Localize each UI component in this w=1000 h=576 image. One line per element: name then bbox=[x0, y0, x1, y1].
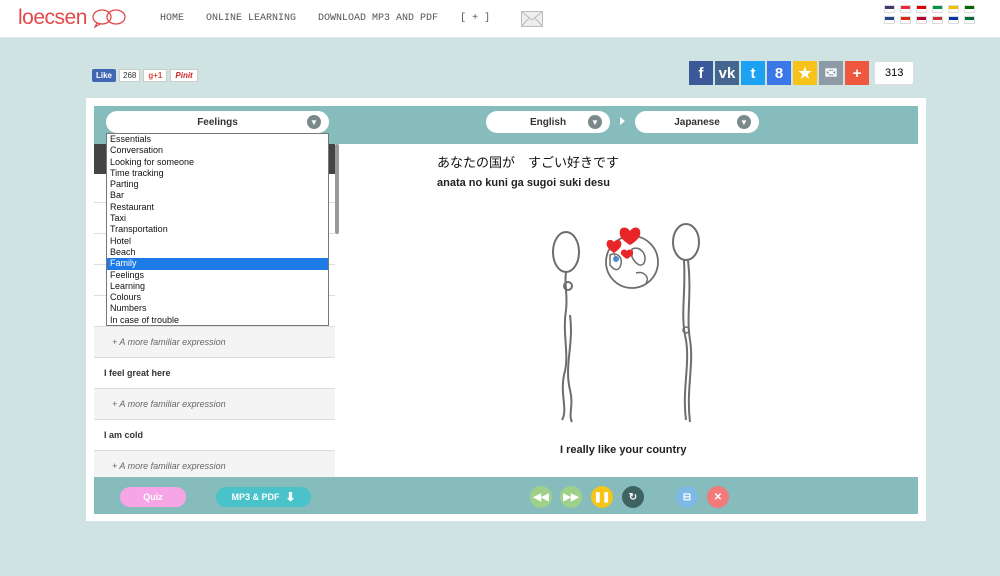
dropdown-option[interactable]: Family bbox=[107, 258, 328, 270]
country-love-illustration bbox=[552, 223, 700, 423]
share-buttons: f vk t 8 ★ ✉ +313 bbox=[689, 61, 915, 85]
arrow-right-icon bbox=[620, 117, 625, 125]
dropdown-option[interactable]: Conversation bbox=[107, 145, 328, 156]
nav-online-learning[interactable]: ONLINE LEARNING bbox=[206, 13, 296, 24]
target-language-label: Japanese bbox=[674, 116, 720, 128]
chevron-down-icon: ▼ bbox=[588, 115, 602, 129]
es-flag[interactable] bbox=[948, 5, 959, 13]
familiar-expression-toggle[interactable]: + A more familiar expression bbox=[94, 327, 335, 358]
language-flags bbox=[884, 5, 975, 24]
vk-share-icon[interactable]: vk bbox=[715, 61, 739, 85]
dropdown-option[interactable]: Time tracking bbox=[107, 168, 328, 179]
share-count: 313 bbox=[874, 61, 915, 85]
email-share-icon[interactable]: ✉ bbox=[819, 61, 843, 85]
settings-sliders-button[interactable]: ⊟ bbox=[676, 486, 698, 508]
forward-button[interactable]: ▶▶ bbox=[560, 486, 582, 508]
pt-flag[interactable] bbox=[964, 5, 975, 13]
download-arrow-icon: ⬇ bbox=[285, 490, 296, 504]
phrase-item[interactable]: I am cold bbox=[94, 420, 335, 451]
pause-button[interactable]: ❚❚ bbox=[591, 486, 613, 508]
ru-flag[interactable] bbox=[948, 16, 959, 24]
dropdown-option[interactable]: Learning bbox=[107, 281, 328, 292]
main-nav: HOME ONLINE LEARNING DOWNLOAD MP3 AND PD… bbox=[160, 13, 490, 24]
logo[interactable]: loecsen bbox=[18, 6, 127, 30]
category-select-label: Feelings bbox=[197, 116, 238, 128]
sa-flag[interactable] bbox=[964, 16, 975, 24]
social-like-bar: Like 268 g+1 Pinit bbox=[92, 69, 198, 82]
quiz-button[interactable]: Quiz bbox=[120, 487, 186, 507]
category-select[interactable]: Feelings ▼ bbox=[106, 111, 329, 133]
translation-text: I really like your country bbox=[560, 444, 687, 456]
nav-more[interactable]: [ + ] bbox=[460, 13, 490, 24]
top-bar: loecsen HOME ONLINE LEARNING DOWNLOAD MP… bbox=[0, 0, 1000, 38]
dropdown-option[interactable]: Parting bbox=[107, 179, 328, 190]
twitter-share-icon[interactable]: t bbox=[741, 61, 765, 85]
dropdown-option[interactable]: Transportation bbox=[107, 224, 328, 235]
fr-flag[interactable] bbox=[900, 5, 911, 13]
pinterest-pinit-button[interactable]: Pinit bbox=[170, 69, 198, 82]
shuffle-button[interactable]: ✕ bbox=[707, 486, 729, 508]
more-share-icon[interactable]: + bbox=[845, 61, 869, 85]
nav-download[interactable]: DOWNLOAD MP3 AND PDF bbox=[318, 13, 438, 24]
quiz-button-label: Quiz bbox=[143, 492, 163, 502]
dropdown-option[interactable]: Bar bbox=[107, 190, 328, 201]
mp3-pdf-button-label: MP3 & PDF bbox=[231, 492, 280, 502]
it-flag[interactable] bbox=[932, 5, 943, 13]
facebook-like-count: 268 bbox=[119, 69, 141, 82]
nav-home[interactable]: HOME bbox=[160, 13, 184, 24]
dropdown-option[interactable]: Hotel bbox=[107, 236, 328, 247]
familiar-expression-toggle[interactable]: + A more familiar expression bbox=[94, 451, 335, 477]
dropdown-option[interactable]: Looking for someone bbox=[107, 157, 328, 168]
dropdown-option[interactable]: Beach bbox=[107, 247, 328, 258]
dropdown-option[interactable]: Colours bbox=[107, 292, 328, 303]
chevron-down-icon: ▼ bbox=[737, 115, 751, 129]
mail-icon[interactable] bbox=[521, 11, 543, 27]
dropdown-option[interactable]: Numbers bbox=[107, 303, 328, 314]
dropdown-option[interactable]: Restaurant bbox=[107, 202, 328, 213]
logo-text: loecsen bbox=[18, 6, 87, 29]
google-plus-one-button[interactable]: g+1 bbox=[143, 69, 168, 82]
google-share-icon[interactable]: 8 bbox=[767, 61, 791, 85]
familiar-expression-toggle[interactable]: + A more familiar expression bbox=[94, 389, 335, 420]
mp3-pdf-button[interactable]: MP3 & PDF ⬇ bbox=[216, 487, 311, 507]
nl-flag[interactable] bbox=[884, 16, 895, 24]
target-language-select[interactable]: Japanese ▼ bbox=[635, 111, 759, 133]
de-flag[interactable] bbox=[916, 5, 927, 13]
dropdown-option[interactable]: In case of trouble bbox=[107, 315, 328, 325]
chevron-down-icon: ▼ bbox=[307, 115, 321, 129]
cn-flag[interactable] bbox=[900, 16, 911, 24]
rewind-button[interactable]: ◀◀ bbox=[530, 486, 552, 508]
jp-flag[interactable] bbox=[916, 16, 927, 24]
kr-flag[interactable] bbox=[932, 16, 943, 24]
dropdown-option[interactable]: Essentials bbox=[107, 134, 328, 145]
dropdown-option[interactable]: Feelings bbox=[107, 270, 328, 281]
japanese-phrase: あなたの国が すごい好きです bbox=[437, 156, 620, 171]
dropdown-option[interactable]: Taxi bbox=[107, 213, 328, 224]
source-language-label: English bbox=[529, 116, 567, 128]
favorite-star-icon[interactable]: ★ bbox=[793, 61, 817, 85]
repeat-button[interactable]: ↻ bbox=[622, 486, 644, 508]
source-language-select[interactable]: English ▼ bbox=[486, 111, 610, 133]
facebook-share-icon[interactable]: f bbox=[689, 61, 713, 85]
phrase-item[interactable]: I feel great here bbox=[94, 358, 335, 389]
us-flag[interactable] bbox=[884, 5, 895, 13]
speech-bubbles-icon bbox=[92, 9, 126, 28]
phrase-list-scrollbar[interactable] bbox=[335, 144, 339, 234]
romaji-phrase: anata no kuni ga sugoi suki desu bbox=[437, 177, 610, 189]
category-dropdown-list[interactable]: Essentials Conversation Looking for someon… bbox=[106, 133, 329, 326]
facebook-like-button[interactable]: Like bbox=[92, 69, 117, 82]
